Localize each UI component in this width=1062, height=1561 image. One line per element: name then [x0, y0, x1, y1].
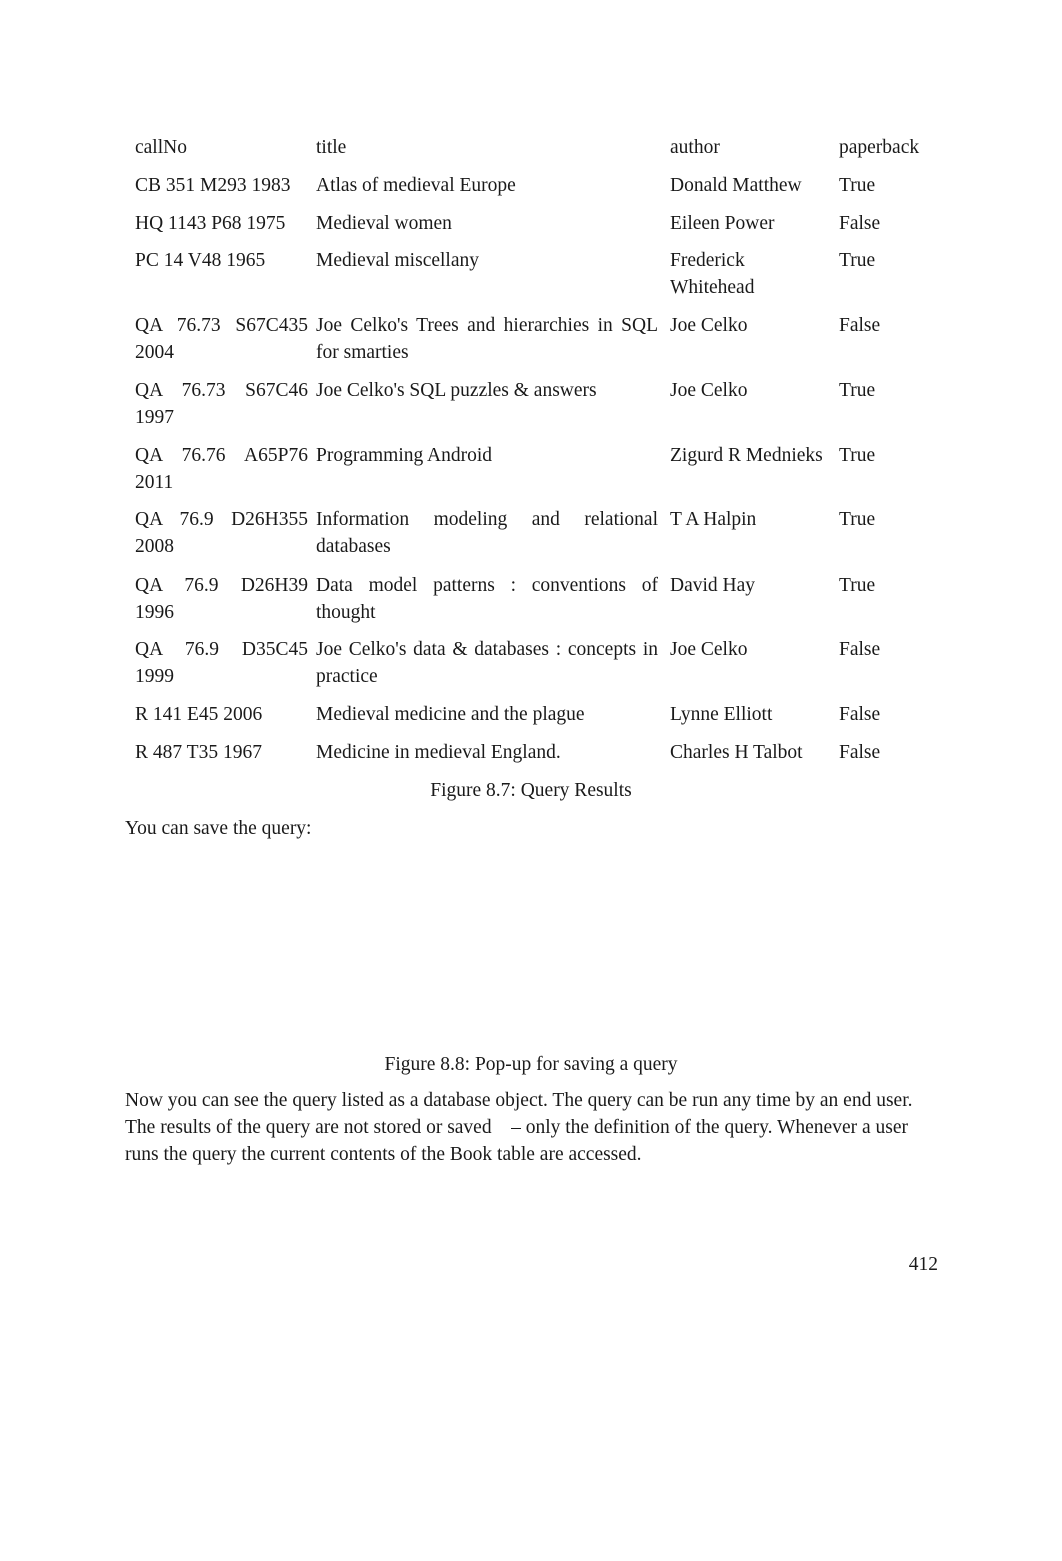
cell-paperback: True: [839, 509, 876, 530]
cell-title: Medieval miscellany: [316, 250, 479, 271]
save-query-popup-figure-placeholder: [125, 850, 935, 1045]
cell-title: Programming Android: [316, 445, 493, 466]
cell-paperback: True: [839, 445, 876, 466]
table-row: QA 76.9 D26H355 2008 Information modelin…: [135, 506, 935, 572]
cell-title: Medicine in medieval England.: [316, 742, 561, 763]
cell-author: Joe Celko: [670, 639, 748, 660]
cell-paperback: False: [839, 213, 881, 234]
cell-callno: QA 76.73 S67C435 2004: [135, 315, 308, 363]
table-header-row: callNo title author paperback: [135, 134, 935, 172]
cell-paperback: False: [839, 639, 881, 660]
cell-title: Joe Celko's Trees and hierarchies in SQL…: [316, 315, 658, 363]
table-row: R 487 T35 1967 Medicine in medieval Engl…: [135, 739, 935, 777]
header-title: title: [316, 137, 347, 158]
cell-paperback: False: [839, 704, 881, 725]
cell-paperback: False: [839, 742, 881, 763]
header-paperback: paperback: [839, 137, 920, 158]
cell-title: Information modeling and relational data…: [316, 509, 658, 557]
cell-author: Joe Celko: [670, 315, 748, 336]
cell-callno: PC 14 V48 1965: [135, 250, 266, 271]
cell-title: Data model patterns : conventions of tho…: [316, 575, 658, 623]
cell-title: Medieval medicine and the plague: [316, 704, 585, 725]
cell-callno: R 487 T35 1967: [135, 742, 262, 763]
cell-callno: R 141 E45 2006: [135, 704, 263, 725]
table-row: HQ 1143 P68 1975 Medieval women Eileen P…: [135, 210, 935, 247]
cell-callno: QA 76.9 D26H355 2008: [135, 509, 308, 557]
table-row: QA 76.9 D26H39 1996 Data model patterns …: [135, 572, 935, 636]
table-row: CB 351 M293 1983 Atlas of medieval Europ…: [135, 172, 935, 210]
cell-callno: QA 76.76 A65P76 2011: [135, 445, 308, 493]
cell-author: Charles H Talbot: [670, 742, 803, 763]
cell-paperback: True: [839, 380, 876, 401]
cell-title: Atlas of medieval Europe: [316, 175, 516, 196]
query-results-table: callNo title author paperback CB 351 M29…: [135, 134, 935, 777]
cell-callno: HQ 1143 P68 1975: [135, 213, 286, 234]
cell-paperback: True: [839, 575, 876, 596]
header-callno: callNo: [135, 137, 187, 158]
cell-title: Joe Celko's data & databases : concepts …: [316, 639, 658, 687]
intro-text: You can save the query:: [125, 818, 312, 839]
figure-8-7-caption: Figure 8.7: Query Results: [430, 780, 632, 801]
cell-author: Donald Matthew: [670, 175, 802, 196]
cell-paperback: True: [839, 250, 876, 271]
cell-callno: QA 76.73 S67C46 1997: [135, 380, 308, 428]
table-row: QA 76.76 A65P76 2011 Programming Android…: [135, 442, 935, 506]
cell-author: T A Halpin: [670, 509, 757, 530]
cell-callno: QA 76.9 D26H39 1996: [135, 575, 308, 623]
table-row: R 141 E45 2006 Medieval medicine and the…: [135, 701, 935, 739]
cell-paperback: True: [839, 175, 876, 196]
cell-title: Joe Celko's SQL puzzles & answers: [316, 380, 597, 401]
body-paragraph: Now you can see the query listed as a da…: [125, 1090, 913, 1165]
cell-author: Frederick Whitehead: [670, 250, 755, 298]
table-row: PC 14 V48 1965 Medieval miscellany Frede…: [135, 247, 935, 312]
cell-author: Lynne Elliott: [670, 704, 773, 725]
page-number: 412: [908, 1254, 938, 1275]
table-row: QA 76.73 S67C46 1997 Joe Celko's SQL puz…: [135, 377, 935, 442]
cell-paperback: False: [839, 315, 881, 336]
cell-author: Zigurd R Mednieks: [670, 445, 823, 466]
cell-callno: CB 351 M293 1983: [135, 175, 291, 196]
table-row: QA 76.73 S67C435 2004 Joe Celko's Trees …: [135, 312, 935, 377]
cell-author: David Hay: [670, 575, 756, 596]
figure-8-8-caption: Figure 8.8: Pop-up for saving a query: [384, 1054, 678, 1075]
cell-author: Eileen Power: [670, 213, 775, 234]
cell-author: Joe Celko: [670, 380, 748, 401]
table-row: QA 76.9 D35C45 1999 Joe Celko's data & d…: [135, 636, 935, 701]
header-author: author: [670, 137, 720, 158]
cell-callno: QA 76.9 D35C45 1999: [135, 639, 308, 687]
cell-title: Medieval women: [316, 213, 452, 234]
